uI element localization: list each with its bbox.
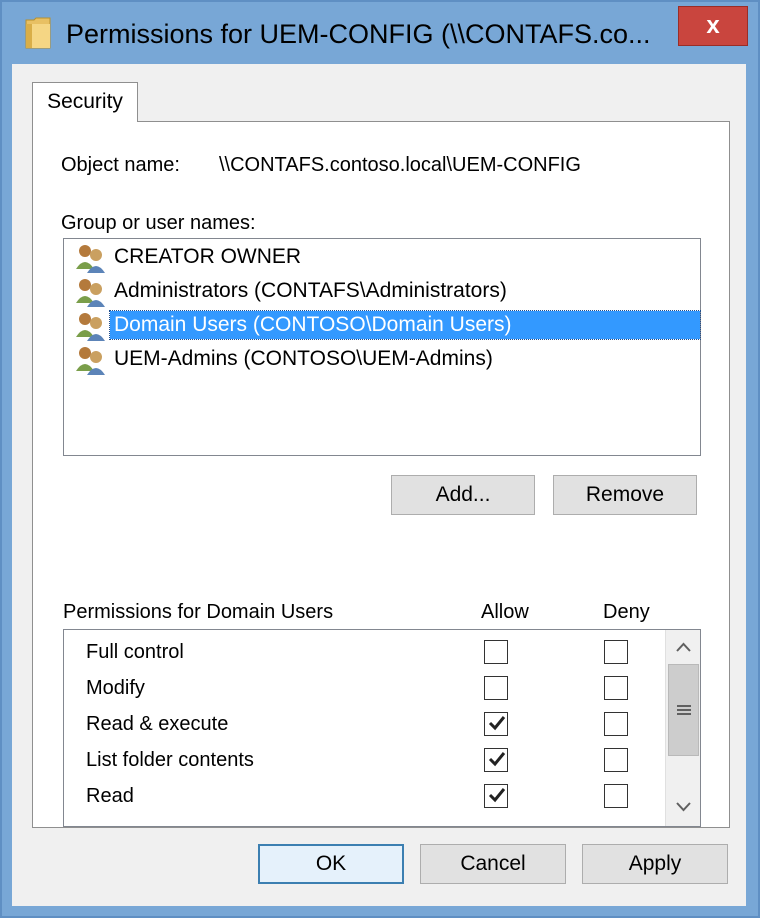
users-icon xyxy=(74,277,108,307)
permission-name: Read & execute xyxy=(86,713,229,735)
permission-name: Full control xyxy=(86,641,184,663)
allow-checkbox[interactable] xyxy=(484,712,508,736)
scroll-up-icon[interactable] xyxy=(668,632,699,662)
group-list-item[interactable]: Administrators (CONTAFS\Administrators) xyxy=(74,275,700,307)
group-list-label: Group or user names: xyxy=(61,212,256,234)
deny-checkbox[interactable] xyxy=(604,784,628,808)
permissions-label: Permissions for Domain Users xyxy=(63,601,334,623)
permission-row: Read & execute xyxy=(64,706,664,742)
add-button[interactable]: Add... xyxy=(391,475,535,515)
folder-icon xyxy=(25,17,51,49)
deny-checkbox[interactable] xyxy=(604,676,628,700)
object-name-value: \\CONTAFS.contoso.local\UEM-CONFIG xyxy=(219,154,581,176)
allow-checkbox[interactable] xyxy=(484,748,508,772)
cancel-button[interactable]: Cancel xyxy=(420,844,566,884)
object-name-label: Object name: xyxy=(61,154,180,176)
users-icon xyxy=(74,311,108,341)
deny-checkbox[interactable] xyxy=(604,712,628,736)
group-list-item-label: CREATOR OWNER xyxy=(114,245,302,268)
title-bar[interactable]: Permissions for UEM-CONFIG (\\CONTAFS.co… xyxy=(2,2,758,64)
scroll-down-icon[interactable] xyxy=(668,792,699,822)
group-list-item[interactable]: Domain Users (CONTOSO\Domain Users) xyxy=(74,309,701,341)
group-list-item-label: Domain Users (CONTOSO\Domain Users) xyxy=(109,310,701,340)
group-list-item-label: UEM-Admins (CONTOSO\UEM-Admins) xyxy=(114,347,493,370)
allow-checkbox[interactable] xyxy=(484,784,508,808)
window-title: Permissions for UEM-CONFIG (\\CONTAFS.co… xyxy=(66,19,651,49)
allow-column-header: Allow xyxy=(481,601,529,623)
security-tab-panel: Object name: \\CONTAFS.contoso.local\UEM… xyxy=(32,121,730,828)
group-user-listbox[interactable]: CREATOR OWNER Administrators (CONTAFS\Adm… xyxy=(63,238,701,456)
permission-row: List folder contents xyxy=(64,742,664,778)
permission-name: Modify xyxy=(86,677,145,699)
permission-name: Read xyxy=(86,785,134,807)
permissions-listbox[interactable]: Full control Modify Read & execute List fol… xyxy=(63,629,701,827)
group-list-item[interactable]: CREATOR OWNER xyxy=(74,241,700,273)
permissions-scrollbar[interactable] xyxy=(665,630,700,826)
group-list-item[interactable]: UEM-Admins (CONTOSO\UEM-Admins) xyxy=(74,343,700,375)
permission-name: List folder contents xyxy=(86,749,254,771)
allow-checkbox[interactable] xyxy=(484,676,508,700)
group-list-item-label: Administrators (CONTAFS\Administrators) xyxy=(114,279,507,302)
users-icon xyxy=(74,345,108,375)
scroll-thumb[interactable] xyxy=(668,664,699,756)
permission-row: Full control xyxy=(64,634,664,670)
permissions-dialog: Permissions for UEM-CONFIG (\\CONTAFS.co… xyxy=(0,0,760,918)
permission-row: Read xyxy=(64,778,664,814)
remove-button[interactable]: Remove xyxy=(553,475,697,515)
deny-column-header: Deny xyxy=(603,601,650,623)
allow-checkbox[interactable] xyxy=(484,640,508,664)
tab-security[interactable]: Security xyxy=(32,82,138,122)
permission-row: Modify xyxy=(64,670,664,706)
users-icon xyxy=(74,243,108,273)
close-button[interactable]: x xyxy=(678,6,748,46)
grip-icon xyxy=(677,705,691,715)
apply-button[interactable]: Apply xyxy=(582,844,728,884)
deny-checkbox[interactable] xyxy=(604,640,628,664)
deny-checkbox[interactable] xyxy=(604,748,628,772)
ok-button[interactable]: OK xyxy=(258,844,404,884)
dialog-body: Security Object name: \\CONTAFS.contoso.… xyxy=(12,64,746,906)
